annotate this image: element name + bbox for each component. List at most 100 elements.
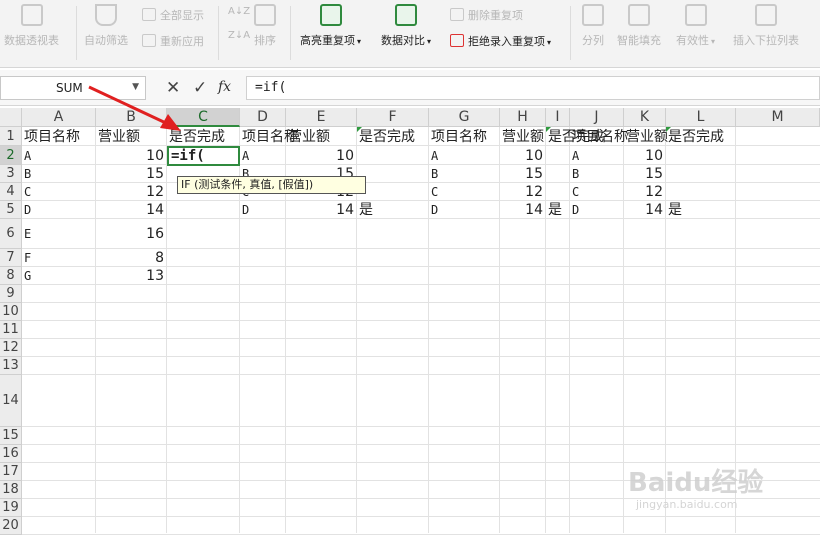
reapply-button[interactable]: 重新应用 (142, 33, 204, 49)
table-cell[interactable]: C (570, 183, 624, 201)
row-header-17[interactable]: 17 (0, 463, 22, 481)
table-cell[interactable]: 15 (624, 165, 666, 183)
row-header-13[interactable]: 13 (0, 357, 22, 375)
table-cell[interactable]: E (22, 219, 96, 249)
table-cell[interactable]: 10 (286, 146, 357, 165)
table-cell[interactable]: 是 (357, 201, 429, 219)
table-cell[interactable]: 16 (96, 219, 167, 249)
table-cell[interactable]: A (570, 146, 624, 165)
header-cell[interactable]: 营业额 (624, 127, 668, 146)
header-cell[interactable]: 是否完成 (666, 127, 736, 146)
table-cell[interactable]: 10 (624, 146, 666, 165)
row-header-18[interactable]: 18 (0, 481, 22, 499)
autofilter-button[interactable]: 自动筛选 (84, 4, 128, 48)
table-cell[interactable]: 8 (96, 249, 167, 267)
column-header-k[interactable]: K (624, 108, 666, 127)
row-header-7[interactable]: 7 (0, 249, 22, 267)
table-cell[interactable]: B (570, 165, 624, 183)
active-cell-editor[interactable]: =if( (167, 146, 240, 166)
table-cell[interactable]: 10 (96, 146, 167, 165)
row-header-2[interactable]: 2 (0, 146, 22, 165)
table-cell[interactable]: 10 (500, 146, 546, 165)
table-cell[interactable]: 14 (96, 201, 167, 219)
smart-fill-button[interactable]: 智能填充 (617, 4, 661, 48)
pivot-table-button[interactable]: 数据透视表 (4, 4, 59, 48)
table-cell[interactable]: A (22, 146, 96, 165)
table-cell[interactable]: 12 (96, 183, 167, 201)
chevron-down-icon[interactable]: ▼ (132, 82, 139, 92)
sort-descending-button[interactable]: Z↓A (228, 30, 250, 41)
column-header-d[interactable]: D (240, 108, 286, 127)
column-header-i[interactable]: I (546, 108, 570, 127)
table-cell[interactable]: 是 (546, 201, 570, 219)
header-cell[interactable]: 项目名称 (22, 127, 96, 146)
row-header-8[interactable]: 8 (0, 267, 22, 285)
column-header-g[interactable]: G (429, 108, 500, 127)
table-cell[interactable]: F (22, 249, 96, 267)
table-cell[interactable]: 14 (286, 201, 357, 219)
table-cell[interactable]: C (429, 183, 500, 201)
column-header-b[interactable]: B (96, 108, 167, 127)
name-box[interactable]: SUM ▼ (0, 76, 146, 100)
table-cell[interactable]: A (429, 146, 500, 165)
table-cell[interactable]: G (22, 267, 96, 285)
row-header-5[interactable]: 5 (0, 201, 22, 219)
row-header-16[interactable]: 16 (0, 445, 22, 463)
header-cell[interactable]: 营业额 (286, 127, 357, 146)
table-cell[interactable]: A (240, 146, 286, 165)
table-cell[interactable]: D (570, 201, 624, 219)
split-column-button[interactable]: 分列 (582, 4, 604, 48)
row-header-11[interactable]: 11 (0, 321, 22, 339)
header-cell[interactable]: 营业额 (500, 127, 546, 146)
validity-button[interactable]: 有效性 ▾ (676, 4, 715, 48)
data-compare-button[interactable]: 数据对比 ▾ (381, 4, 431, 48)
show-all-button[interactable]: 全部显示 (142, 7, 204, 23)
row-header-10[interactable]: 10 (0, 303, 22, 321)
table-cell[interactable]: B (429, 165, 500, 183)
row-header-19[interactable]: 19 (0, 499, 22, 517)
table-cell[interactable]: D (22, 201, 96, 219)
highlight-duplicates-button[interactable]: 高亮重复项 ▾ (300, 4, 361, 48)
table-cell[interactable]: 12 (500, 183, 546, 201)
table-cell[interactable]: B (22, 165, 96, 183)
table-cell[interactable]: 15 (500, 165, 546, 183)
column-header-e[interactable]: E (286, 108, 357, 127)
row-header-15[interactable]: 15 (0, 427, 22, 445)
table-cell[interactable]: 15 (96, 165, 167, 183)
row-header-20[interactable]: 20 (0, 517, 22, 535)
sort-ascending-button[interactable]: A↓Z (228, 6, 250, 17)
confirm-icon[interactable]: ✓ (193, 78, 207, 98)
delete-duplicates-button[interactable]: 删除重复项 (450, 7, 523, 23)
insert-dropdown-button[interactable]: 插入下拉列表 (733, 4, 799, 48)
row-header-1[interactable]: 1 (0, 127, 22, 146)
column-header-m[interactable]: M (736, 108, 820, 127)
select-all-corner[interactable] (0, 108, 22, 127)
header-cell[interactable]: 项目名称 (570, 127, 628, 146)
insert-function-icon[interactable]: fx (218, 79, 231, 95)
sort-button[interactable]: 排序 (254, 4, 276, 48)
column-header-f[interactable]: F (357, 108, 429, 127)
header-cell[interactable]: 营业额 (96, 127, 167, 146)
header-cell[interactable]: 是否完成 (357, 127, 429, 146)
table-cell[interactable]: C (22, 183, 96, 201)
row-header-6[interactable]: 6 (0, 219, 22, 249)
column-header-a[interactable]: A (22, 108, 96, 127)
table-cell[interactable]: 13 (96, 267, 167, 285)
header-cell[interactable]: 是否完成 (167, 127, 240, 146)
table-cell[interactable]: 是 (666, 201, 736, 219)
formula-input[interactable]: =if( (246, 76, 820, 100)
table-cell[interactable]: 12 (624, 183, 666, 201)
table-cell[interactable]: 14 (500, 201, 546, 219)
row-header-4[interactable]: 4 (0, 183, 22, 201)
column-header-l[interactable]: L (666, 108, 736, 127)
header-cell[interactable]: 项目名称 (240, 127, 298, 146)
row-header-3[interactable]: 3 (0, 165, 22, 183)
table-cell[interactable]: D (240, 201, 286, 219)
cancel-icon[interactable]: ✕ (166, 78, 180, 98)
column-header-j[interactable]: J (570, 108, 624, 127)
row-header-14[interactable]: 14 (0, 375, 22, 427)
column-header-c[interactable]: C (167, 108, 240, 127)
reject-duplicates-button[interactable]: 拒绝录入重复项 ▾ (450, 33, 551, 49)
table-cell[interactable]: 14 (624, 201, 666, 219)
column-header-h[interactable]: H (500, 108, 546, 127)
